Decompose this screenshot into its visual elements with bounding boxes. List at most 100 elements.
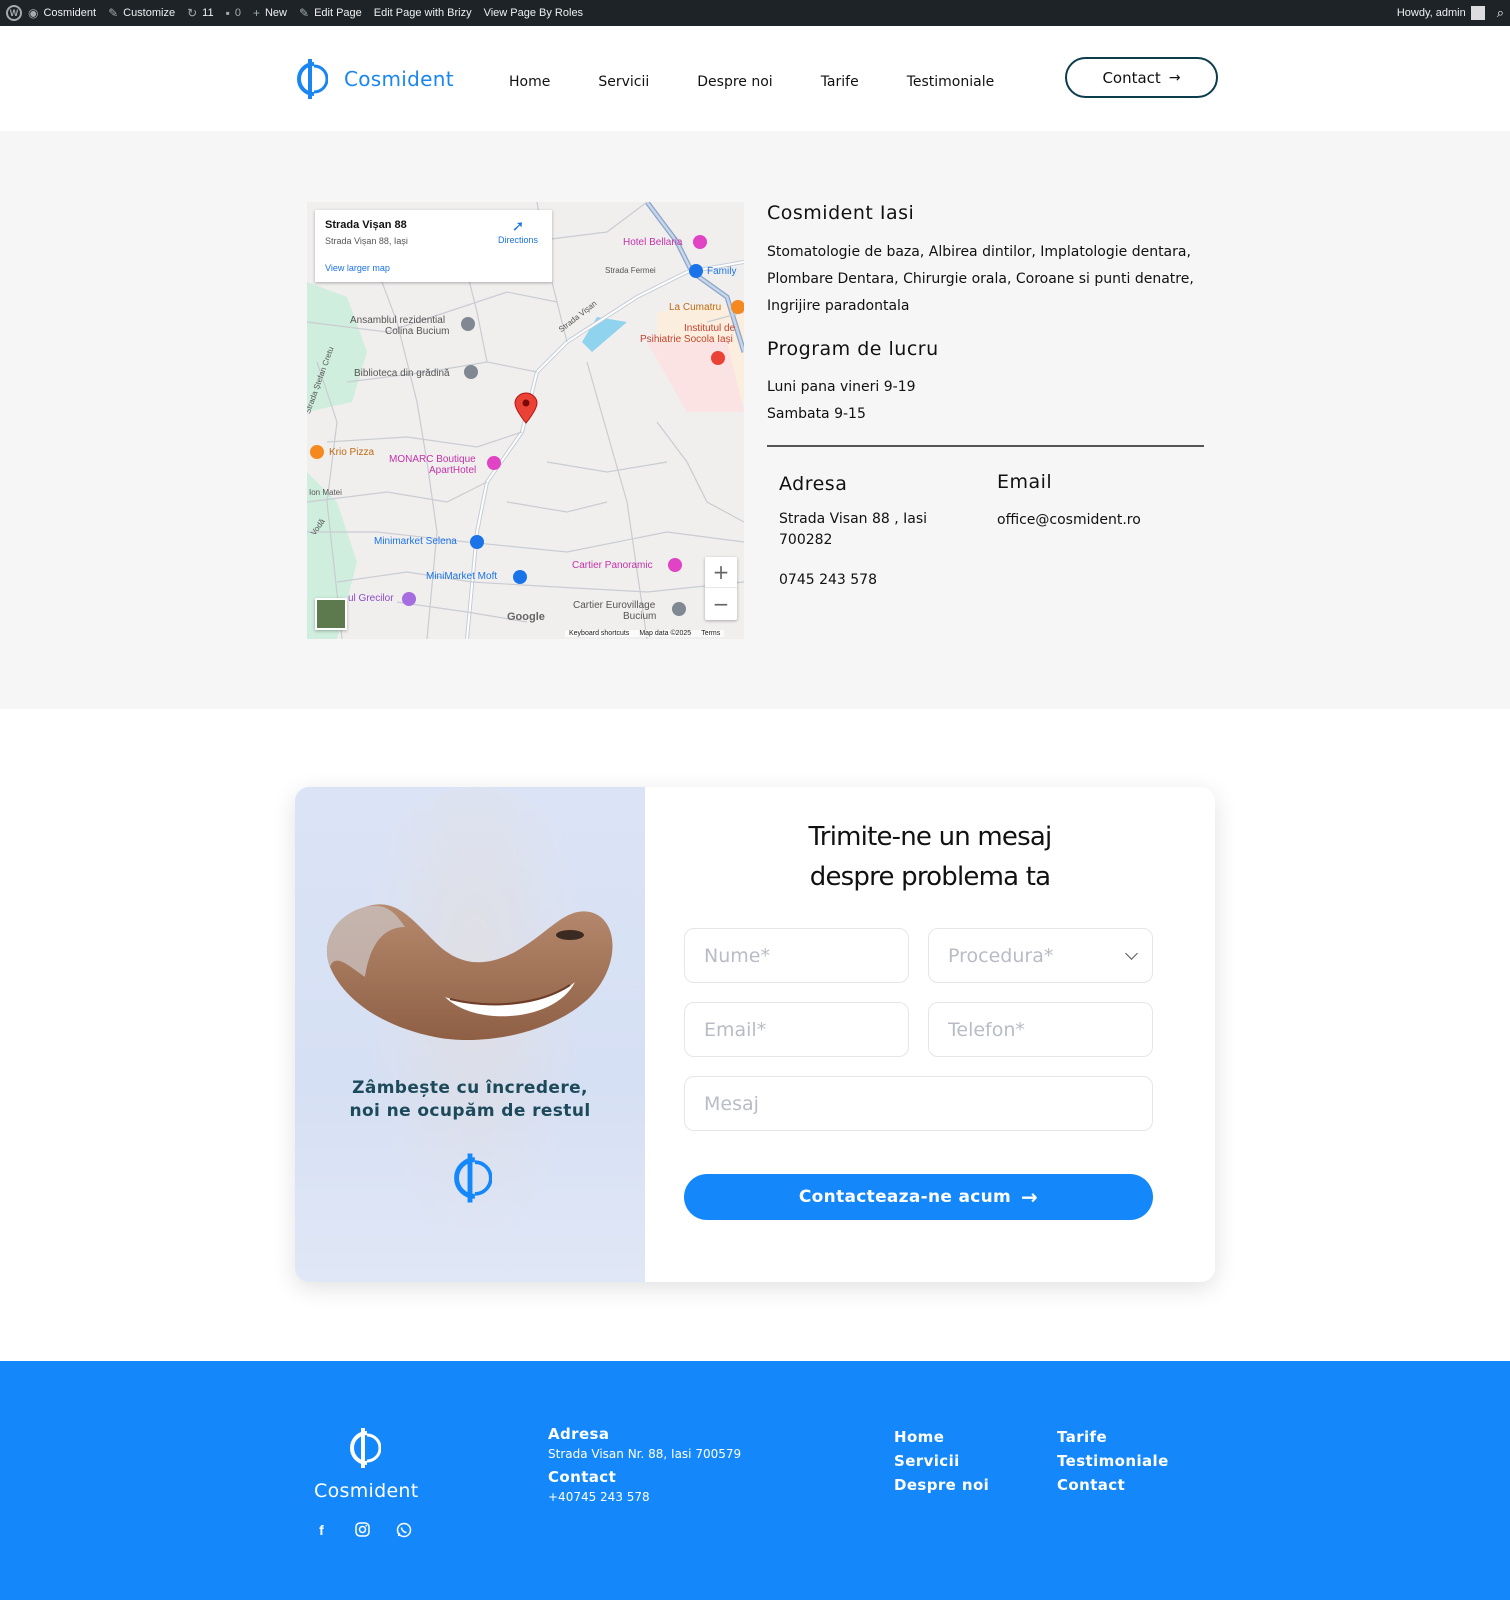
keyboard-shortcuts-link[interactable]: Keyboard shortcuts: [569, 630, 629, 637]
footer-links-col2: Tarife Testimoniale Contact: [1057, 1425, 1169, 1497]
map-label-institutul-1[interactable]: Institutul de: [684, 323, 735, 334]
map-place-address: Strada Vișan 88, Iași: [325, 236, 408, 246]
hours-saturday: Sambata 9-15: [767, 406, 866, 422]
footer-contact-title: Contact: [548, 1468, 617, 1486]
footer-link-home[interactable]: Home: [894, 1425, 989, 1449]
site-logo[interactable]: Cosmident: [292, 58, 454, 100]
arrow-right-icon: →: [1021, 1185, 1039, 1209]
chevron-down-icon: [1125, 947, 1138, 960]
footer-link-servicii[interactable]: Servicii: [894, 1449, 989, 1473]
dashboard-icon: ◉: [28, 6, 39, 20]
facebook-icon[interactable]: f: [313, 1521, 330, 1538]
map-label-institutul-2[interactable]: Psihiatrie Socola Iași: [640, 334, 733, 345]
map-label-strada-fermei: Strada Fermei: [605, 266, 656, 275]
comment-icon: ▪: [225, 6, 230, 20]
footer-link-contact[interactable]: Contact: [1057, 1473, 1169, 1497]
contact-form-card: Zâmbește cu încredere, noi ne ocupăm de …: [295, 787, 1215, 1282]
map-zoom-controls: + −: [705, 557, 737, 620]
map-label-biblioteca[interactable]: Biblioteca din grădină: [354, 368, 450, 379]
map-label-grecilor[interactable]: ul Grecilor: [348, 593, 394, 604]
clinic-title: Cosmident Iasi: [767, 202, 915, 224]
map-label-monarc-2[interactable]: ApartHotel: [429, 465, 476, 476]
map-label-ansamblul-1[interactable]: Ansamblul rezidential: [350, 315, 445, 326]
whatsapp-icon[interactable]: [395, 1521, 412, 1538]
zoom-out-button[interactable]: −: [705, 588, 737, 619]
logo-text: Cosmident: [344, 67, 454, 91]
admin-bar-edit-brizy[interactable]: Edit Page with Brizy: [368, 0, 478, 26]
program-title: Program de lucru: [767, 338, 939, 360]
form-title: Trimite-ne un mesaj despre problema ta: [808, 822, 1053, 892]
admin-bar-comments[interactable]: ▪ 0: [220, 0, 247, 26]
map-label-eurovillage-1[interactable]: Cartier Eurovillage: [573, 600, 655, 611]
email-link[interactable]: office@cosmident.ro: [997, 512, 1141, 528]
map-label-krio-pizza[interactable]: Krio Pizza: [329, 447, 374, 458]
nav-testimoniale[interactable]: Testimoniale: [907, 74, 995, 90]
cosmident-logo-icon: [350, 1428, 381, 1468]
name-input[interactable]: Nume*: [684, 928, 909, 983]
map-label-minimarket-selena[interactable]: Minimarket Selena: [374, 536, 457, 547]
map-label-hotel-bellaria[interactable]: Hotel Bellaria: [623, 237, 682, 248]
phone-text[interactable]: 0745 243 578: [779, 572, 877, 588]
plus-icon: +: [252, 6, 260, 20]
footer-link-testimoniale[interactable]: Testimoniale: [1057, 1449, 1169, 1473]
admin-bar-search-icon[interactable]: ⌕: [1491, 0, 1510, 26]
google-logo: Google: [507, 611, 545, 623]
site-footer: Cosmident f Adresa Strada Visan Nr. 88, …: [0, 1361, 1510, 1600]
admin-bar-view-roles[interactable]: View Page By Roles: [478, 0, 589, 26]
view-larger-map-link[interactable]: View larger map: [325, 263, 390, 273]
cosmident-logo-icon: [297, 59, 328, 99]
instagram-icon[interactable]: [354, 1521, 371, 1538]
location-section: Hotel Bellaria Family Strada Fermei La C…: [0, 131, 1510, 709]
clinic-info: Cosmident Iasi Stomatologie de baza, Alb…: [767, 202, 1204, 428]
services-text: Stomatologie de baza, Albirea dintilor, …: [767, 244, 1194, 314]
map-place-card: Strada Vișan 88 Strada Vișan 88, Iași Vi…: [315, 210, 552, 282]
directions-icon: ➚: [511, 218, 525, 235]
refresh-icon: ↻: [187, 6, 198, 20]
submit-button[interactable]: Contacteaza-ne acum →: [684, 1174, 1153, 1220]
message-input[interactable]: Mesaj: [684, 1076, 1153, 1131]
tagline: Zâmbește cu încredere, noi ne ocupăm de …: [349, 1078, 591, 1121]
admin-bar-customize[interactable]: ✎ Customize: [102, 0, 181, 26]
footer-phone[interactable]: +40745 243 578: [548, 1490, 741, 1504]
info-divider: [767, 445, 1204, 447]
map-label-ansamblul-2[interactable]: Colina Bucium: [385, 326, 449, 337]
nav-servicii[interactable]: Servicii: [598, 74, 649, 90]
footer-link-tarife[interactable]: Tarife: [1057, 1425, 1169, 1449]
procedure-select[interactable]: Procedura*: [928, 928, 1153, 983]
admin-bar-edit-page[interactable]: ✎ Edit Page: [293, 0, 368, 26]
terms-link[interactable]: Terms: [701, 630, 720, 637]
wordpress-logo-icon[interactable]: W: [6, 5, 22, 21]
admin-bar-new[interactable]: + New: [247, 0, 293, 26]
address-text: Strada Visan 88 , Iasi 700282: [779, 511, 928, 548]
admin-bar: W ◉ Cosmident ✎ Customize ↻ 11 ▪ 0 + New ✎ Edi…: [0, 0, 1510, 26]
admin-bar-site[interactable]: ◉ Cosmident: [22, 0, 102, 26]
nav-tarife[interactable]: Tarife: [821, 74, 859, 90]
directions-button[interactable]: ➚ Directions: [498, 218, 538, 246]
admin-bar-updates[interactable]: ↻ 11: [181, 0, 219, 26]
satellite-toggle[interactable]: [315, 598, 347, 630]
map-label-monarc-1[interactable]: MONARC Boutique: [389, 454, 476, 465]
email-input[interactable]: Email*: [684, 1002, 909, 1057]
contact-button[interactable]: Contact →: [1065, 57, 1218, 98]
map-label-cartier-panoramic[interactable]: Cartier Panoramic: [572, 560, 653, 571]
cosmident-logo-icon: [454, 1153, 492, 1203]
map-label-family[interactable]: Family: [707, 266, 736, 277]
google-map[interactable]: Hotel Bellaria Family Strada Fermei La C…: [307, 202, 744, 639]
map-label-eurovillage-2[interactable]: Bucium: [623, 611, 656, 622]
zoom-in-button[interactable]: +: [705, 557, 737, 588]
footer-link-despre-noi[interactable]: Despre noi: [894, 1473, 989, 1497]
hours-list: Luni pana vineri 9-19 Sambata 9-15: [767, 374, 1204, 428]
map-footer: Keyboard shortcuts Map data ©2025 Terms: [565, 630, 725, 637]
map-data-text: Map data ©2025: [639, 630, 692, 637]
nav-despre-noi[interactable]: Despre noi: [697, 74, 772, 90]
map-place-title: Strada Vișan 88: [325, 219, 407, 231]
phone-input[interactable]: Telefon*: [928, 1002, 1153, 1057]
map-label-minimarket-moft[interactable]: MiniMarket Moft: [426, 571, 497, 582]
map-label-la-cumatru[interactable]: La Cumatru: [669, 302, 721, 313]
hours-weekdays: Luni pana vineri 9-19: [767, 379, 916, 395]
admin-bar-account[interactable]: Howdy, admin: [1391, 0, 1491, 26]
nav-home[interactable]: Home: [509, 74, 550, 90]
pencil-icon: ✎: [299, 6, 310, 20]
smile-image: [326, 904, 613, 1041]
footer-address-title: Adresa: [548, 1425, 610, 1443]
